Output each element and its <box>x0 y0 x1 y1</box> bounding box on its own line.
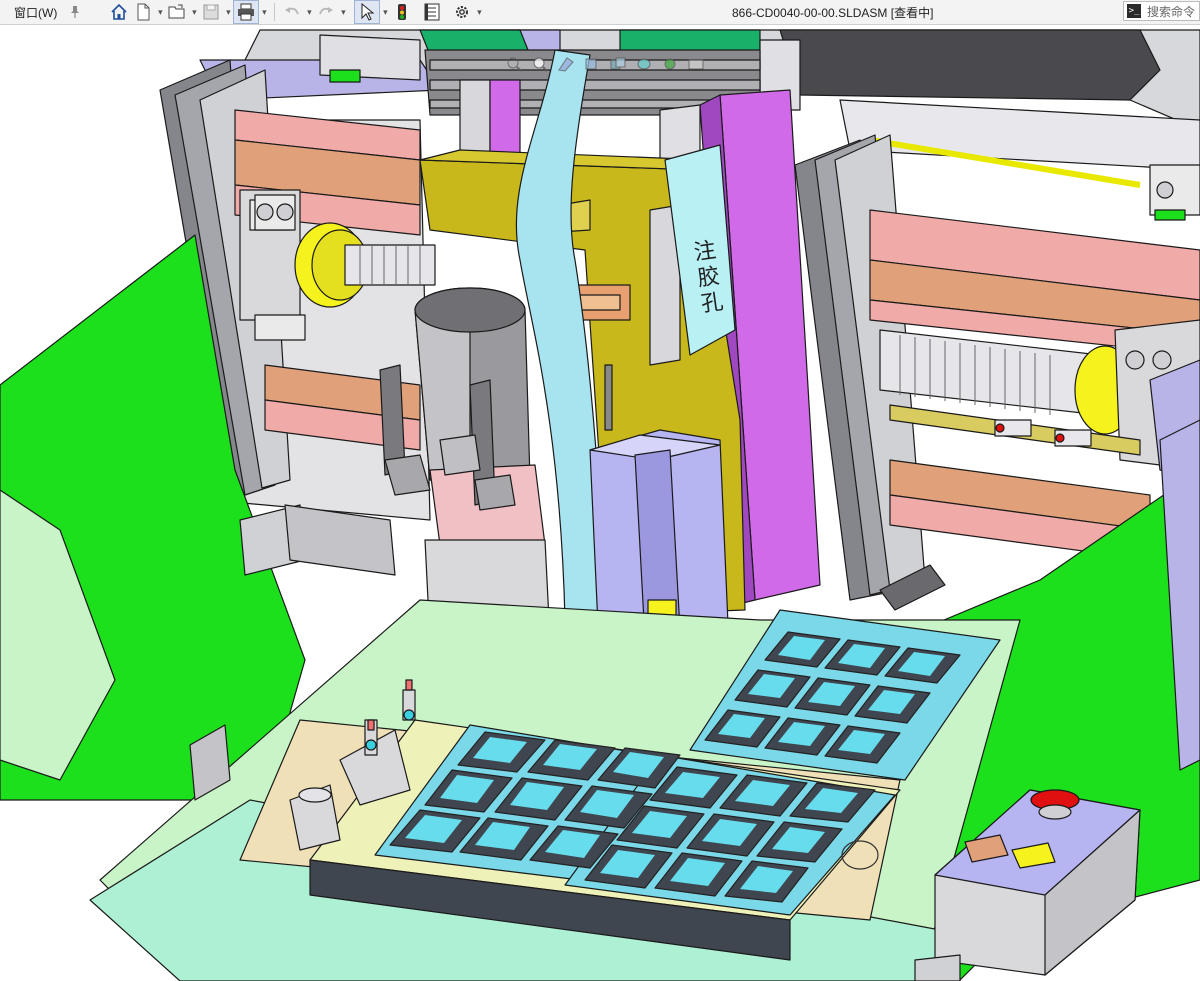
scene-icon[interactable] <box>687 56 705 72</box>
zoom-area-icon[interactable] <box>531 56 549 72</box>
graphics-viewport[interactable]: 注胶孔 <box>0 25 1200 981</box>
print-dropdown-caret[interactable]: ▾ <box>259 7 269 18</box>
traffic-light-icon[interactable] <box>390 1 414 23</box>
save-icon[interactable] <box>199 1 223 23</box>
print-icon[interactable] <box>233 0 260 24</box>
options-dropdown-caret[interactable]: ▾ <box>474 7 484 18</box>
gear-icon[interactable] <box>450 1 474 23</box>
redo-icon[interactable] <box>314 1 338 23</box>
terminal-icon: >_ <box>1127 4 1141 18</box>
new-dropdown-caret[interactable]: ▾ <box>155 7 165 18</box>
undo-icon[interactable] <box>280 1 304 23</box>
redo-dropdown-caret[interactable]: ▾ <box>338 7 348 18</box>
display-style-icon[interactable] <box>609 56 627 72</box>
view-orientation-icon[interactable] <box>583 56 601 72</box>
heads-up-view-toolbar <box>505 56 705 72</box>
select-arrow-icon[interactable] <box>354 0 381 24</box>
file-properties-icon[interactable] <box>420 1 444 23</box>
appearance-icon[interactable] <box>661 56 679 72</box>
search-placeholder: 搜索命令 <box>1147 4 1196 19</box>
section-view-icon[interactable] <box>557 56 575 72</box>
window-title: 866-CD0040-00-00.SLDASM [查看中] <box>732 6 934 20</box>
pin-icon[interactable] <box>63 1 87 23</box>
hide-show-icon[interactable] <box>635 56 653 72</box>
undo-dropdown-caret[interactable]: ▾ <box>304 7 314 18</box>
window-menu[interactable]: 窗口(W) <box>0 4 63 21</box>
zoom-to-fit-icon[interactable] <box>505 56 523 72</box>
new-document-icon[interactable] <box>131 1 155 23</box>
home-icon[interactable] <box>107 1 131 23</box>
open-dropdown-caret[interactable]: ▾ <box>189 7 199 18</box>
top-toolbar: 窗口(W) ▾ ▾ ▾ ▾ ▾ ▾ ▾ ▾ <box>0 0 1200 25</box>
toolbar-separator <box>274 3 276 21</box>
open-folder-icon[interactable] <box>165 1 189 23</box>
save-dropdown-caret[interactable]: ▾ <box>223 7 233 18</box>
select-dropdown-caret[interactable]: ▾ <box>380 7 390 18</box>
assembly-model[interactable]: 注胶孔 <box>0 25 1200 981</box>
command-search[interactable]: >_ 搜索命令 <box>1123 1 1200 21</box>
